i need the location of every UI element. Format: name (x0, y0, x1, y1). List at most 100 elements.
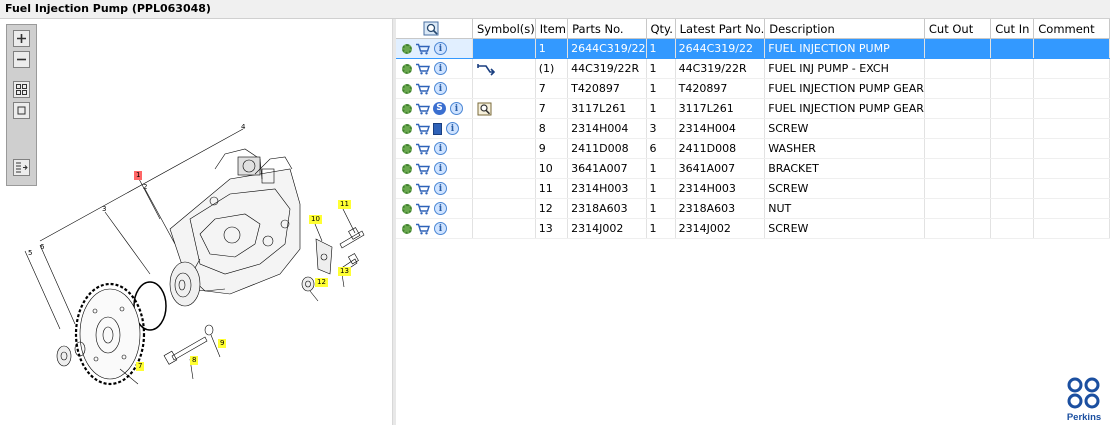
add-to-cart-icon[interactable] (415, 203, 430, 215)
cell-comment (1033, 78, 1110, 99)
callout-12[interactable]: 12 (315, 278, 328, 287)
add-to-cart-icon[interactable] (415, 223, 430, 235)
column-header-qty[interactable]: Qty. (646, 19, 676, 39)
cell-description: WASHER (764, 138, 925, 159)
cell-description: FUEL INJ PUMP - EXCH (764, 58, 925, 79)
row-symbols (472, 78, 536, 99)
add-to-cart-icon[interactable] (415, 163, 430, 175)
callout-8[interactable]: 8 (190, 356, 199, 365)
row-action-icons: i (396, 218, 473, 239)
callout-7[interactable]: 7 (136, 362, 145, 371)
table-row[interactable]: i 11 2314H003 1 2314H003 SCREW (396, 178, 1110, 199)
part-details-gear-icon[interactable] (402, 43, 412, 54)
part-details-gear-icon[interactable] (402, 63, 412, 74)
perkins-logo-text: Perkins (1067, 412, 1101, 423)
cell-item: 8 (535, 118, 569, 139)
part-details-gear-icon[interactable] (402, 223, 412, 234)
column-header-comment[interactable]: Comment (1033, 19, 1110, 39)
part-details-gear-icon[interactable] (402, 103, 412, 114)
table-row[interactable]: i 9 2411D008 6 2411D008 WASHER (396, 138, 1110, 159)
callout-10[interactable]: 10 (309, 215, 322, 224)
add-to-cart-icon[interactable] (415, 123, 430, 135)
column-header-icons[interactable] (396, 19, 473, 39)
table-row[interactable]: i 13 2314J002 1 2314J002 SCREW (396, 218, 1110, 239)
cell-qty: 1 (646, 38, 676, 59)
cell-cut-in (990, 178, 1035, 199)
cell-item: 9 (535, 138, 569, 159)
cell-cut-in (990, 118, 1035, 139)
column-header-cut-out[interactable]: Cut Out (924, 19, 992, 39)
cell-description: FUEL INJECTION PUMP (764, 38, 925, 59)
callout-number-4: 4 (241, 123, 246, 131)
cell-cut-in (990, 58, 1035, 79)
callout-11[interactable]: 11 (338, 200, 351, 209)
table-row[interactable]: i 1 2644C319/22 1 2644C319/22 FUEL INJECTION … (396, 38, 1110, 59)
add-to-cart-icon[interactable] (415, 43, 430, 55)
info-icon[interactable]: i (434, 202, 447, 216)
add-to-cart-icon[interactable] (415, 103, 430, 115)
service-bulletin-icon[interactable]: S (433, 102, 446, 116)
find-in-drawing-symbol-icon[interactable] (477, 102, 493, 116)
cell-parts-no: 2411D008 (567, 138, 647, 159)
table-row[interactable]: i 7 T420897 1 T420897 FUEL INJECTION PUMP GEA… (396, 78, 1110, 99)
cell-comment (1033, 198, 1110, 219)
table-row[interactable]: i (1) 44C319/22R 1 44C319/22R FUEL INJ PUMP -… (396, 58, 1110, 79)
info-icon[interactable]: i (434, 182, 447, 196)
part-details-gear-icon[interactable] (402, 83, 412, 94)
manual-book-icon[interactable] (433, 122, 442, 135)
cell-qty: 1 (646, 178, 676, 199)
row-action-icons: i (396, 58, 473, 79)
exchange-part-icon[interactable] (477, 62, 495, 76)
cell-latest-part-no: 44C319/22R (675, 58, 766, 79)
info-icon[interactable]: i (446, 122, 459, 136)
table-row[interactable]: i 12 2318A603 1 2318A603 NUT (396, 198, 1110, 219)
row-symbols (472, 98, 536, 119)
cell-cut-out (924, 58, 992, 79)
info-icon[interactable]: i (434, 162, 447, 176)
callout-13[interactable]: 13 (338, 267, 351, 276)
column-header-item[interactable]: Item (535, 19, 569, 39)
row-action-icons: i (396, 178, 473, 199)
info-icon[interactable]: i (434, 222, 447, 236)
info-icon[interactable]: i (434, 42, 447, 56)
cell-comment (1033, 218, 1110, 239)
part-details-gear-icon[interactable] (402, 143, 412, 154)
cell-item: 7 (535, 78, 569, 99)
cell-cut-out (924, 38, 992, 59)
part-details-gear-icon[interactable] (402, 203, 412, 214)
table-row[interactable]: i 8 2314H004 3 2314H004 SCREW (396, 118, 1110, 139)
add-to-cart-icon[interactable] (415, 83, 430, 95)
add-to-cart-icon[interactable] (415, 143, 430, 155)
cell-item: 12 (535, 198, 569, 219)
add-to-cart-icon[interactable] (415, 183, 430, 195)
cell-description: SCREW (764, 178, 925, 199)
callout-1[interactable]: 1 (134, 171, 143, 180)
parts-table-body: i 1 2644C319/22 1 2644C319/22 FUEL INJECTION … (396, 38, 1110, 239)
cell-item: 1 (535, 38, 569, 59)
find-in-drawing-icon[interactable] (423, 21, 441, 37)
table-header: Symbol(s) Item Parts No. Qty. Latest Par… (396, 19, 1110, 39)
callout-9[interactable]: 9 (218, 339, 227, 348)
table-row[interactable]: i 10 3641A007 1 3641A007 BRACKET (396, 158, 1110, 179)
cell-item: 7 (535, 98, 569, 119)
column-header-symbols[interactable]: Symbol(s) (472, 19, 536, 39)
column-header-cut-in[interactable]: Cut In (990, 19, 1035, 39)
column-header-latest-part-no[interactable]: Latest Part No. (675, 19, 766, 39)
parts-list-panel: Symbol(s) Item Parts No. Qty. Latest Par… (396, 19, 1110, 425)
add-to-cart-icon[interactable] (415, 63, 430, 75)
cell-parts-no: 3641A007 (567, 158, 647, 179)
info-icon[interactable]: i (434, 82, 447, 96)
part-details-gear-icon[interactable] (402, 163, 412, 174)
info-icon[interactable]: i (434, 142, 447, 156)
row-action-icons: i (396, 198, 473, 219)
cell-parts-no: 2314H003 (567, 178, 647, 199)
window-title-bar: Fuel Injection Pump (PPL063048) (0, 0, 1110, 19)
column-header-parts-no[interactable]: Parts No. (567, 19, 647, 39)
part-details-gear-icon[interactable] (402, 183, 412, 194)
table-row[interactable]: Si 7 3117L261 1 3117L261 FUEL INJECTION PUMP … (396, 98, 1110, 119)
part-details-gear-icon[interactable] (402, 123, 412, 134)
info-icon[interactable]: i (434, 62, 447, 76)
column-header-description[interactable]: Description (764, 19, 925, 39)
info-icon[interactable]: i (450, 102, 463, 116)
diagram-panel[interactable]: 4 2 3 5 6 1 7 8 9 10 11 12 13 (0, 19, 392, 425)
